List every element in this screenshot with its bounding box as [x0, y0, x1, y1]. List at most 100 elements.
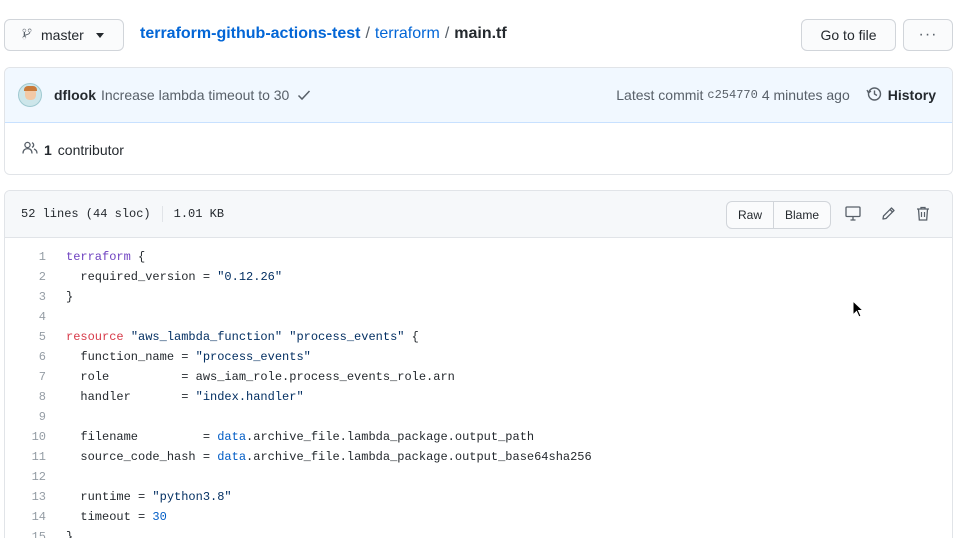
- code-token: data: [217, 450, 247, 464]
- go-to-file-button[interactable]: Go to file: [801, 19, 896, 51]
- code-line: 6 function_name = "process_events": [5, 347, 952, 367]
- line-number[interactable]: 6: [5, 350, 46, 364]
- code-line-content: role = aws_iam_role.process_events_role.…: [46, 370, 455, 384]
- code-token: resource: [66, 330, 124, 344]
- code-line: 15}: [5, 527, 952, 538]
- code-token: {: [404, 330, 419, 344]
- breadcrumb-repo-link[interactable]: terraform-github-actions-test: [140, 25, 360, 43]
- file-actions: [845, 205, 931, 221]
- line-number[interactable]: 15: [5, 530, 46, 538]
- history-label: History: [887, 87, 936, 103]
- line-number[interactable]: 9: [5, 410, 46, 424]
- file-navigation-bar: master terraform-github-actions-test / t…: [0, 0, 960, 70]
- code-line: 12: [5, 467, 952, 487]
- code-line-content: source_code_hash = data.archive_file.lam…: [46, 450, 592, 464]
- chevron-down-icon: [95, 32, 104, 38]
- code-line: 13 runtime = "python3.8": [5, 487, 952, 507]
- code-line: 3}: [5, 287, 952, 307]
- code-token: "index.handler": [195, 390, 304, 404]
- line-number[interactable]: 10: [5, 430, 46, 444]
- line-number[interactable]: 8: [5, 390, 46, 404]
- git-branch-icon: [21, 27, 33, 44]
- code-line: 10 filename = data.archive_file.lambda_p…: [5, 427, 952, 447]
- line-number[interactable]: 2: [5, 270, 46, 284]
- code-token: function_name =: [66, 350, 196, 364]
- latest-commit-box: dflook Increase lambda timeout to 30 Lat…: [4, 67, 953, 175]
- history-link[interactable]: History: [866, 86, 936, 105]
- line-number[interactable]: 3: [5, 290, 46, 304]
- code-line-content: terraform {: [46, 250, 145, 264]
- code-token: role = aws_iam_role.process_events_role.…: [66, 370, 455, 384]
- line-number[interactable]: 13: [5, 490, 46, 504]
- check-icon[interactable]: [297, 89, 311, 101]
- kebab-horizontal-icon: ···: [918, 26, 938, 43]
- code-token: "python3.8": [152, 490, 232, 504]
- avatar[interactable]: [18, 83, 42, 107]
- code-token: "0.12.26": [217, 270, 283, 284]
- line-number[interactable]: 7: [5, 370, 46, 384]
- code-token: handler =: [66, 390, 196, 404]
- code-token: runtime =: [66, 490, 153, 504]
- desktop-icon[interactable]: [845, 205, 861, 221]
- code-token: timeout =: [66, 510, 153, 524]
- code-line: 9: [5, 407, 952, 427]
- code-line: 14 timeout = 30: [5, 507, 952, 527]
- code-line: 5 resource "aws_lambda_function" "process…: [5, 327, 952, 347]
- file-viewer: 52 lines (44 sloc) 1.01 KB Raw Blame 1 te…: [4, 190, 953, 538]
- code-line: 11 source_code_hash = data.archive_file.…: [5, 447, 952, 467]
- blame-button[interactable]: Blame: [773, 202, 830, 228]
- code-token: "process_events": [289, 330, 405, 344]
- code-view[interactable]: 1 terraform {2 required_version = "0.12.2…: [5, 238, 952, 538]
- branch-name: master: [41, 27, 84, 43]
- file-lines-info: 52 lines (44 sloc): [21, 207, 151, 221]
- file-header: 52 lines (44 sloc) 1.01 KB Raw Blame: [5, 191, 952, 238]
- latest-commit-label: Latest commit: [616, 87, 704, 103]
- code-line-content: }: [46, 530, 73, 538]
- code-token: 30: [152, 510, 167, 524]
- file-size: 1.01 KB: [173, 207, 225, 221]
- commit-author-link[interactable]: dflook: [54, 87, 96, 103]
- raw-blame-group: Raw Blame: [726, 201, 832, 229]
- code-line-content: required_version = "0.12.26": [46, 270, 282, 284]
- breadcrumb-directory-link[interactable]: terraform: [375, 25, 440, 43]
- code-token: data: [217, 430, 247, 444]
- code-token: source_code_hash =: [66, 450, 218, 464]
- contributors-label: contributor: [57, 141, 124, 158]
- people-icon: [22, 141, 38, 158]
- code-token: terraform: [66, 250, 131, 264]
- code-token: }: [66, 290, 74, 304]
- file-info: 52 lines (44 sloc) 1.01 KB: [21, 206, 224, 222]
- code-line-content: timeout = 30: [46, 510, 167, 524]
- code-line: 2 required_version = "0.12.26": [5, 267, 952, 287]
- history-icon: [866, 86, 882, 105]
- commit-row: dflook Increase lambda timeout to 30 Lat…: [5, 68, 952, 123]
- commit-time: 4 minutes ago: [761, 87, 850, 103]
- line-number[interactable]: 1: [5, 250, 46, 264]
- line-number[interactable]: 12: [5, 470, 46, 484]
- trash-icon[interactable]: [915, 205, 931, 221]
- breadcrumb-file-name: main.tf: [454, 25, 507, 42]
- code-token: "process_events": [195, 350, 311, 364]
- code-token: .archive_file.lambda_package.output_base…: [246, 450, 592, 464]
- breadcrumb-separator: /: [444, 25, 450, 42]
- line-number[interactable]: 11: [5, 450, 46, 464]
- line-number[interactable]: 14: [5, 510, 46, 524]
- raw-button[interactable]: Raw: [727, 202, 773, 228]
- code-line: 8 handler = "index.handler": [5, 387, 952, 407]
- commit-sha-link[interactable]: c254770: [707, 88, 757, 102]
- commit-message-link[interactable]: Increase lambda timeout to 30: [101, 87, 289, 103]
- contributors-row[interactable]: 1 contributor: [5, 123, 952, 174]
- breadcrumb-separator: /: [365, 25, 370, 42]
- pencil-icon[interactable]: [880, 205, 896, 221]
- code-token: }: [66, 530, 74, 538]
- mouse-cursor-icon: [852, 300, 864, 318]
- code-line-content: runtime = "python3.8": [46, 490, 232, 504]
- more-options-button[interactable]: ···: [903, 19, 953, 51]
- branch-select-button[interactable]: master: [4, 19, 124, 51]
- line-number[interactable]: 5: [5, 330, 46, 344]
- commit-meta: Latest commit c254770 4 minutes ago Hist…: [616, 86, 936, 105]
- code-token: "aws_lambda_function": [130, 330, 283, 344]
- code-line-content: }: [46, 290, 73, 304]
- line-number[interactable]: 4: [5, 310, 46, 324]
- code-line: 1 terraform {: [5, 247, 952, 267]
